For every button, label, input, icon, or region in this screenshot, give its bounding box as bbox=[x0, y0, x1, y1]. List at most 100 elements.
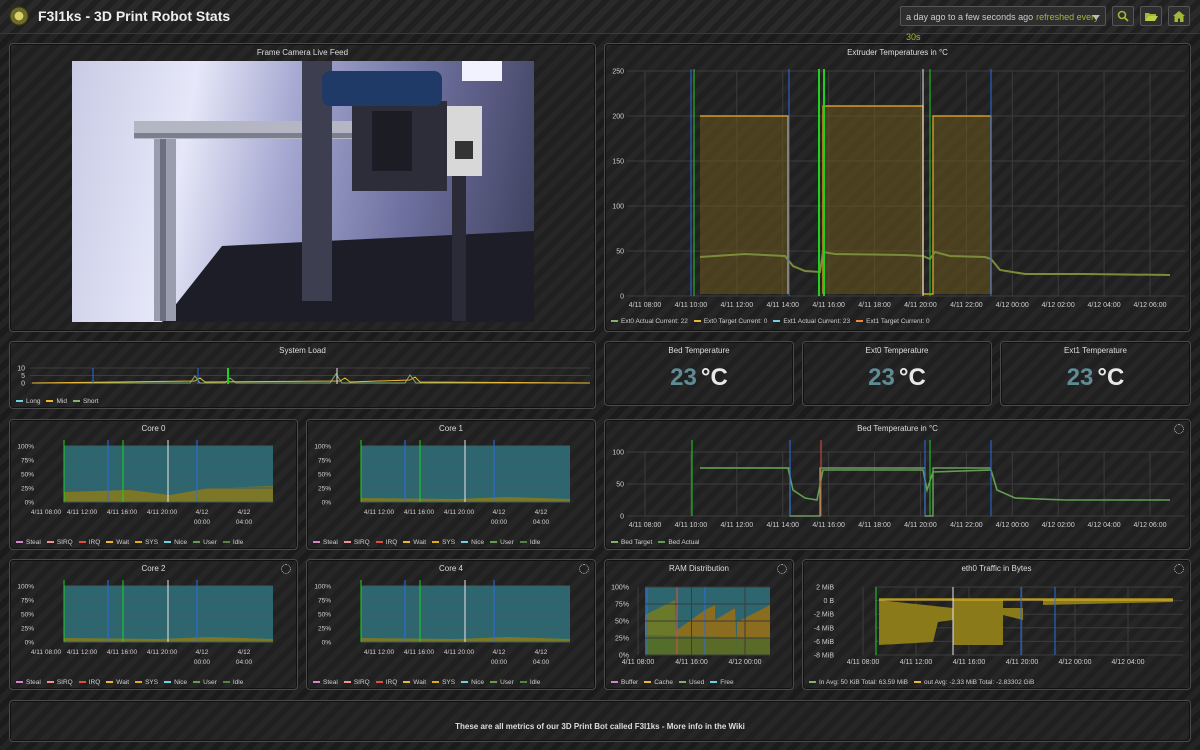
tick-label: 100 bbox=[612, 450, 624, 457]
core-legend: Steal SIRQ IRQ Wait SYS Nice User Idle bbox=[311, 539, 540, 546]
legend-label[interactable]: Nice bbox=[174, 539, 187, 546]
legend-label[interactable]: Steal bbox=[26, 679, 41, 686]
legend-label[interactable]: User bbox=[203, 539, 217, 546]
tick-label: 4/11 20:00 bbox=[904, 522, 937, 529]
tick-label: -6 MiB bbox=[814, 639, 835, 646]
legend-swatch bbox=[432, 681, 440, 684]
legend-label[interactable]: SIRQ bbox=[354, 539, 370, 546]
legend-label[interactable]: Idle bbox=[233, 539, 243, 546]
legend-label[interactable]: Idle bbox=[233, 679, 243, 686]
tick-label: 4/11 20:00 bbox=[904, 302, 937, 309]
cpu-core-chart[interactable]: 100% 75% 50% 25% 0% 4/11 12:00 4/11 16:00 4/11 … bbox=[307, 420, 594, 549]
legend-label[interactable]: Ext0 Target Current: 0 bbox=[704, 318, 767, 325]
ram-chart[interactable]: 100%75%50%25%0%4/11 08:00 4/11 16:00 4/12 … bbox=[605, 560, 793, 689]
legend-label[interactable]: Wait bbox=[413, 539, 426, 546]
legend-label[interactable]: SIRQ bbox=[354, 679, 370, 686]
legend-label[interactable]: Nice bbox=[471, 539, 484, 546]
time-range-picker[interactable]: a day ago to a few seconds ago refreshed … bbox=[900, 6, 1106, 42]
tick-label: 50% bbox=[318, 472, 331, 479]
folder-open-icon bbox=[1144, 12, 1158, 21]
tick-label: 4/12 06:00 bbox=[1133, 302, 1166, 309]
legend-label[interactable]: Steal bbox=[26, 539, 41, 546]
legend-swatch bbox=[710, 681, 718, 684]
stat-title: Bed Temperature bbox=[668, 346, 730, 355]
tick-label: 4/12 00:00 bbox=[1058, 659, 1091, 666]
tick-label: 4/12 bbox=[196, 509, 209, 516]
legend-label[interactable]: User bbox=[500, 539, 514, 546]
legend-label[interactable]: Nice bbox=[174, 679, 187, 686]
legend-label[interactable]: SYS bbox=[442, 679, 455, 686]
legend-label[interactable]: SYS bbox=[442, 539, 455, 546]
stat-unit: °C bbox=[898, 364, 926, 391]
legend-label[interactable]: Ext0 Actual Current: 22 bbox=[621, 318, 688, 325]
tick-label: 50 bbox=[616, 249, 624, 256]
tick-label: 00:00 bbox=[491, 659, 508, 666]
tick-label: 4/11 16:00 bbox=[953, 659, 986, 666]
time-range-label: a day ago to a few seconds ago bbox=[906, 12, 1034, 22]
legend-label[interactable]: In Avg: 50 KiB Total: 63.59 MiB bbox=[819, 679, 908, 686]
cpu-core-chart[interactable]: 100% 75% 50% 25% 0% 4/11 08:00 4/11 12:00 4/11 … bbox=[10, 420, 297, 549]
legend-label[interactable]: Wait bbox=[413, 679, 426, 686]
eth0-traffic-panel: eth0 Traffic in Bytes 2 MiB 0 B -2 MiB -4 M… bbox=[802, 559, 1191, 690]
legend-label[interactable]: Nice bbox=[471, 679, 484, 686]
legend-label[interactable]: Idle bbox=[530, 539, 540, 546]
legend-label[interactable]: Free bbox=[720, 679, 733, 686]
legend-label[interactable]: IRQ bbox=[89, 539, 101, 546]
legend-label[interactable]: SIRQ bbox=[57, 539, 73, 546]
legend-label[interactable]: Mid bbox=[56, 398, 66, 405]
legend-swatch bbox=[773, 320, 781, 323]
legend-swatch bbox=[193, 541, 201, 544]
legend-label[interactable]: IRQ bbox=[89, 679, 101, 686]
legend-swatch bbox=[343, 681, 351, 684]
tick-label: 4/11 12:00 bbox=[364, 649, 395, 656]
cpu-core-chart[interactable]: 100% 75% 50% 25% 0% 4/11 12:00 4/11 16:00 4/11 … bbox=[307, 560, 594, 689]
bed-temperature-panel: Bed Temperature in °C 100 50 0 4/11 08:00 4/… bbox=[604, 419, 1191, 550]
legend-label[interactable]: SIRQ bbox=[57, 679, 73, 686]
cpu-core-chart[interactable]: 100% 75% 50% 25% 0% 4/11 08:00 4/11 12:00 4/11 … bbox=[10, 560, 297, 689]
legend-label[interactable]: out Avg: -2.33 MiB Total: -2.83302 GiB bbox=[924, 679, 1034, 686]
bed-temperature-chart[interactable]: 100 50 0 4/11 08:00 4/11 10:00 4/11 12:00 4/11… bbox=[605, 420, 1190, 549]
legend-label[interactable]: Bed Actual bbox=[668, 539, 699, 546]
legend-label[interactable]: Steal bbox=[323, 539, 338, 546]
tick-label: 4/12 bbox=[238, 509, 251, 516]
legend-label[interactable]: Steal bbox=[323, 679, 338, 686]
tick-label: 75% bbox=[318, 458, 331, 465]
legend-label[interactable]: Short bbox=[83, 398, 99, 405]
open-dashboard-button[interactable] bbox=[1140, 6, 1162, 26]
tick-label: 75% bbox=[21, 598, 34, 605]
footer-text[interactable]: These are all metrics of our 3D Print Bo… bbox=[10, 722, 1190, 731]
legend-label[interactable]: User bbox=[203, 679, 217, 686]
tick-label: 4/11 16:00 bbox=[675, 659, 708, 666]
dashboard-title[interactable]: F3l1ks - 3D Print Robot Stats bbox=[38, 8, 230, 24]
legend-swatch bbox=[46, 400, 54, 403]
tick-label: 100% bbox=[314, 584, 331, 591]
tick-label: 50% bbox=[21, 612, 34, 619]
legend-label[interactable]: Buffer bbox=[621, 679, 638, 686]
legend-label[interactable]: SYS bbox=[145, 539, 158, 546]
bed-target-line bbox=[700, 467, 991, 517]
legend-swatch bbox=[164, 541, 172, 544]
legend-label[interactable]: Long bbox=[26, 398, 40, 405]
legend-label[interactable]: Used bbox=[689, 679, 704, 686]
legend-label[interactable]: Idle bbox=[530, 679, 540, 686]
legend-label[interactable]: SYS bbox=[145, 679, 158, 686]
tick-label: 0% bbox=[25, 640, 35, 647]
legend-label[interactable]: Wait bbox=[116, 679, 129, 686]
legend-label[interactable]: IRQ bbox=[386, 679, 398, 686]
legend-label[interactable]: IRQ bbox=[386, 539, 398, 546]
legend-label[interactable]: Cache bbox=[654, 679, 673, 686]
legend-label[interactable]: User bbox=[500, 679, 514, 686]
extruder-chart[interactable]: 250 200 150 100 50 0 4/11 08:00 4/11 10:00 4/11 … bbox=[605, 44, 1190, 331]
legend-label[interactable]: Ext1 Actual Current: 23 bbox=[783, 318, 850, 325]
search-button[interactable] bbox=[1112, 6, 1134, 26]
home-button[interactable] bbox=[1168, 6, 1190, 26]
eth0-chart[interactable]: 2 MiB 0 B -2 MiB -4 MiB -6 MiB -8 MiB 4/11 08:… bbox=[803, 560, 1190, 689]
tick-label: 4/11 16:00 bbox=[812, 522, 845, 529]
bed-legend: Bed Target Bed Actual bbox=[609, 539, 699, 546]
legend-label[interactable]: Bed Target bbox=[621, 539, 652, 546]
legend-swatch bbox=[914, 681, 922, 684]
stat-value: 23 bbox=[868, 364, 895, 391]
legend-swatch bbox=[135, 681, 143, 684]
legend-label[interactable]: Wait bbox=[116, 539, 129, 546]
legend-label[interactable]: Ext1 Target Current: 0 bbox=[866, 318, 929, 325]
